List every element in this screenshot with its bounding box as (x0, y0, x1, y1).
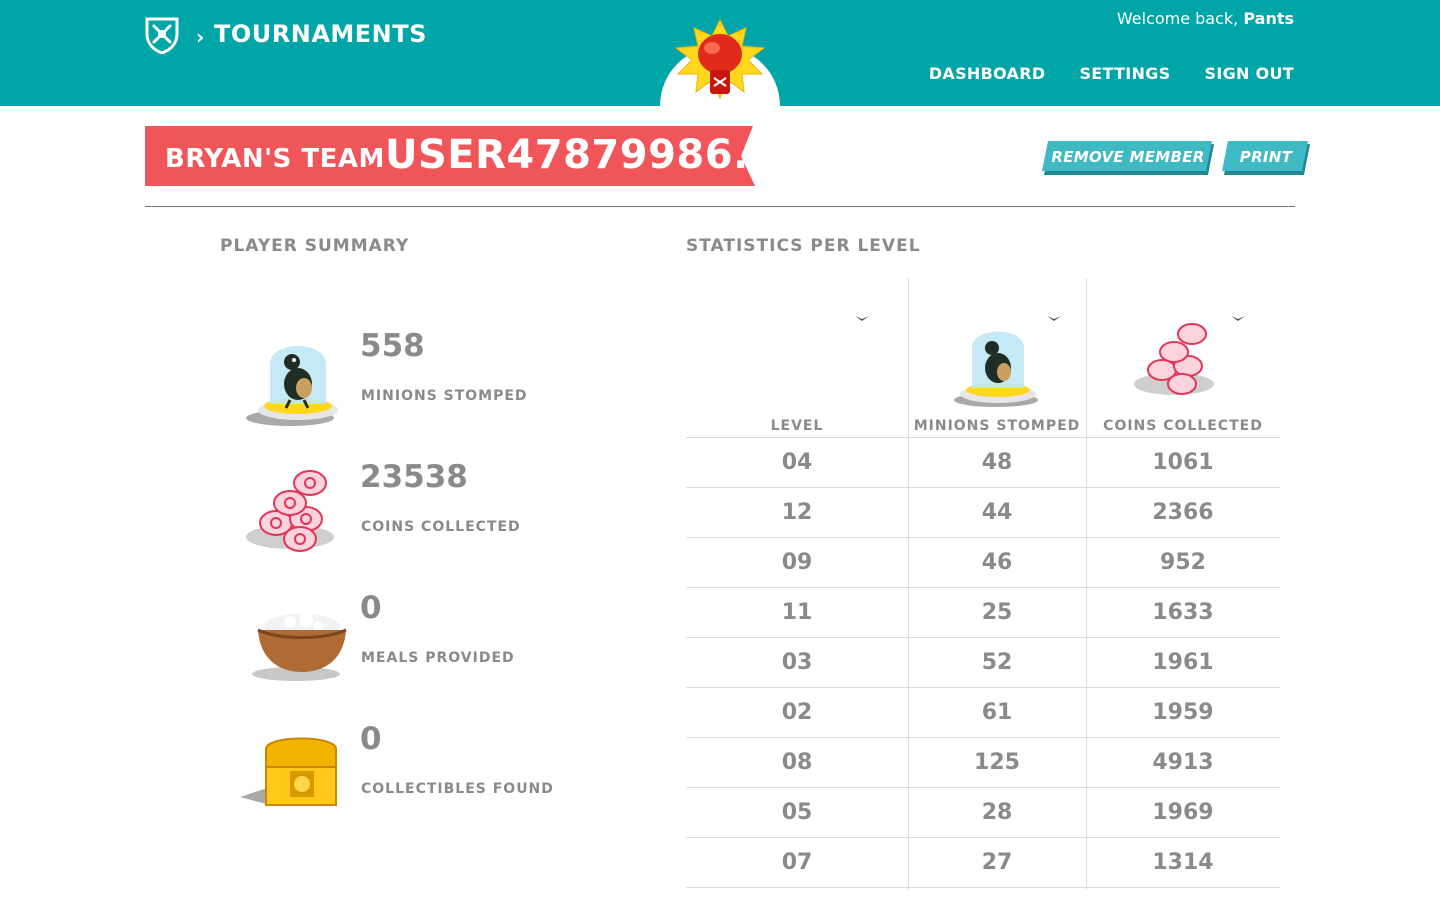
cell-minions: 125 (974, 750, 1020, 775)
treasure-chest-icon (240, 737, 337, 806)
cell-minions: 25 (981, 600, 1013, 625)
cell-coins: 1969 (1152, 800, 1214, 825)
table-row: 07 27 1314 (686, 838, 1280, 888)
cell-coins: 1061 (1152, 450, 1214, 475)
section-divider (145, 206, 1295, 207)
column-label-coins: COINS COLLECTED (1103, 418, 1263, 434)
cell-level: 03 (781, 650, 813, 675)
column-label-minions: MINIONS STOMPED (913, 418, 1081, 434)
remove-member-label: REMOVE MEMBER (1051, 148, 1205, 166)
table-row: 09 46 952 (686, 538, 1280, 588)
meals-provided-value: 0 (360, 590, 382, 626)
member-title-ribbon: BRYAN'S TEAM › USER47879986... (145, 126, 780, 186)
player-summary-heading: PLAYER SUMMARY (220, 236, 410, 256)
nav-sign-out[interactable]: SIGN OUT (1205, 64, 1294, 83)
team-name[interactable]: BRYAN'S TEAM (165, 144, 385, 174)
meals-provided-label: MEALS PROVIDED (361, 650, 515, 666)
cell-minions: 52 (981, 650, 1013, 675)
remove-member-button[interactable]: REMOVE MEMBER (1042, 141, 1214, 175)
collectibles-found-value: 0 (360, 721, 382, 757)
member-username: USER47879986... (385, 132, 781, 178)
table-row: 12 44 2366 (686, 488, 1280, 538)
table-row: 08 125 4913 (686, 738, 1280, 788)
sort-chevron-down-icon[interactable] (854, 314, 870, 324)
coins-stack-icon (1134, 323, 1214, 395)
cell-coins: 1959 (1152, 700, 1214, 725)
cell-minions: 28 (981, 800, 1013, 825)
minion-dome-icon (954, 331, 1038, 407)
stat-meals: 0 MEALS PROVIDED (240, 590, 620, 700)
cell-coins: 1633 (1152, 600, 1214, 625)
welcome-message: Welcome back, Pants (1117, 9, 1294, 28)
cell-coins: 952 (1160, 550, 1206, 575)
coins-collected-label: COINS COLLECTED (361, 519, 521, 535)
stat-collectibles: 0 COLLECTIBLES FOUND (240, 721, 620, 831)
cell-level: 02 (781, 700, 813, 725)
table-header: LEVEL MINIONS STOMPED COINS COLLECTED (686, 278, 1280, 438)
cell-minions: 44 (981, 500, 1013, 525)
coins-stack-icon (246, 470, 334, 552)
cell-minions: 48 (981, 450, 1013, 475)
cell-level: 09 (781, 550, 813, 575)
collectibles-found-label: COLLECTIBLES FOUND (361, 781, 554, 797)
column-header-minions[interactable]: MINIONS STOMPED (908, 278, 1086, 438)
table-row: 11 25 1633 (686, 588, 1280, 638)
welcome-prefix: Welcome back, (1116, 9, 1239, 28)
stat-coins: 23538 COINS COLLECTED (240, 459, 620, 569)
shield-logo-icon[interactable] (144, 16, 180, 54)
cell-coins: 1961 (1152, 650, 1214, 675)
column-label-level: LEVEL (770, 418, 824, 434)
level-stats-table: LEVEL MINIONS STOMPED COINS COLLECTED 04… (686, 278, 1280, 890)
main-nav: DASHBOARD SETTINGS SIGN OUT (929, 64, 1294, 83)
member-actions: REMOVE MEMBER PRINT (1042, 141, 1310, 175)
stat-minions: 558 MINIONS STOMPED (240, 328, 620, 438)
sort-chevron-down-icon[interactable] (1046, 314, 1062, 324)
user-name: Pants (1243, 9, 1294, 28)
cell-coins: 1314 (1152, 850, 1214, 875)
minion-dome-icon (246, 346, 338, 426)
cell-minions: 46 (981, 550, 1013, 575)
cell-coins: 4913 (1152, 750, 1214, 775)
column-header-level[interactable]: LEVEL (686, 278, 908, 438)
minions-stomped-value: 558 (360, 328, 425, 364)
breadcrumb-tournaments[interactable]: TOURNAMENTS (214, 20, 427, 48)
cell-level: 04 (781, 450, 813, 475)
cell-level: 07 (781, 850, 813, 875)
sort-chevron-down-icon[interactable] (1230, 314, 1246, 324)
cell-minions: 61 (981, 700, 1013, 725)
boxing-glove-icon (674, 18, 766, 100)
cell-level: 05 (781, 800, 813, 825)
coins-collected-value: 23538 (360, 459, 468, 495)
cell-level: 12 (781, 500, 813, 525)
cell-coins: 2366 (1152, 500, 1214, 525)
print-button[interactable]: PRINT (1222, 141, 1310, 175)
rice-bowl-icon (252, 613, 347, 681)
nav-dashboard[interactable]: DASHBOARD (929, 64, 1046, 83)
column-header-coins[interactable]: COINS COLLECTED (1086, 278, 1280, 438)
cell-level: 08 (781, 750, 813, 775)
table-row: 02 61 1959 (686, 688, 1280, 738)
table-row: 03 52 1961 (686, 638, 1280, 688)
table-row: 04 48 1061 (686, 438, 1280, 488)
statistics-per-level-heading: STATISTICS PER LEVEL (686, 236, 921, 256)
nav-settings[interactable]: SETTINGS (1079, 64, 1170, 83)
minions-stomped-label: MINIONS STOMPED (361, 388, 528, 404)
table-row: 05 28 1969 (686, 788, 1280, 838)
cell-level: 11 (781, 600, 813, 625)
print-label: PRINT (1239, 148, 1293, 166)
title-separator: › (367, 148, 376, 172)
cell-minions: 27 (981, 850, 1013, 875)
breadcrumb-separator: › (196, 25, 205, 49)
